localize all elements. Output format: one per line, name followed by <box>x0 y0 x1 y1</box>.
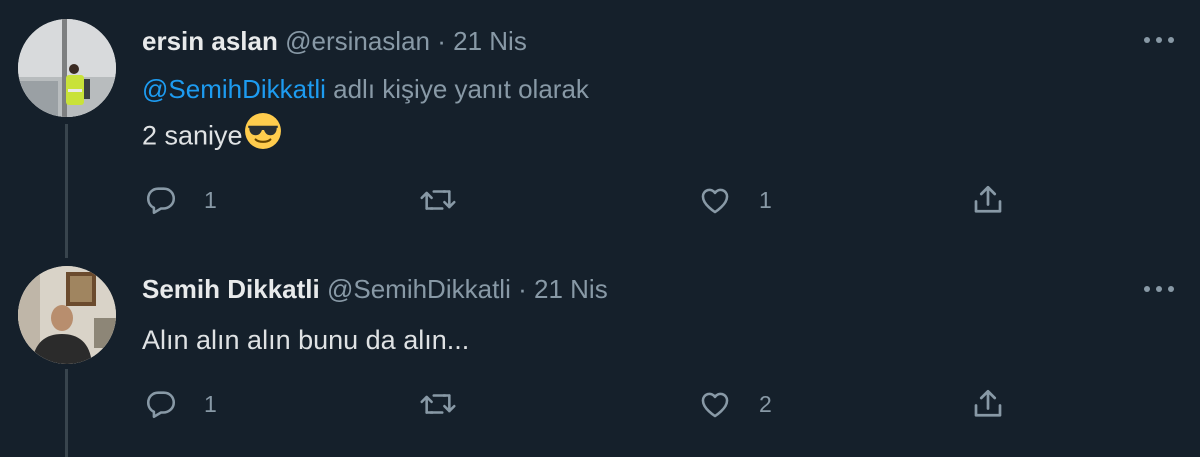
tweet-text: Alın alın alın bunu da alın... <box>142 324 469 356</box>
tweet-text-content: Alın alın alın bunu da alın... <box>142 325 470 355</box>
retweet-icon <box>420 190 456 210</box>
retweet-button[interactable] <box>418 180 458 220</box>
share-button[interactable] <box>970 180 1006 220</box>
handle[interactable]: @ersinaslan <box>285 26 430 56</box>
avatar-photo <box>18 19 116 117</box>
more-icon[interactable] <box>1144 35 1174 45</box>
share-button[interactable] <box>970 384 1006 424</box>
reply-icon <box>146 187 176 215</box>
retweet-button[interactable] <box>418 384 458 424</box>
like-button[interactable]: 2 <box>697 384 772 424</box>
avatar[interactable] <box>18 19 116 117</box>
avatar[interactable] <box>18 266 116 364</box>
like-button[interactable]: 1 <box>697 180 772 220</box>
tweet-date[interactable]: 21 Nis <box>534 274 608 304</box>
tweet-actions: 1 1 <box>0 180 1200 220</box>
tweet[interactable]: Semih Dikkatli @SemihDikkatli · 21 Nis A… <box>0 258 1200 457</box>
tweet-actions: 1 2 <box>0 384 1200 424</box>
reply-icon <box>146 391 176 419</box>
reply-count: 1 <box>204 186 217 213</box>
more-icon[interactable] <box>1144 284 1174 294</box>
reply-context-text: adlı kişiye yanıt olarak <box>333 74 589 104</box>
share-icon <box>974 185 1002 213</box>
reply-mention[interactable]: @SemihDikkatli <box>142 74 326 104</box>
display-name[interactable]: ersin aslan <box>142 26 278 56</box>
handle[interactable]: @SemihDikkatli <box>327 274 511 304</box>
avatar-photo <box>18 266 116 364</box>
separator: · <box>518 274 527 304</box>
tweet[interactable]: ersin aslan @ersinaslan · 21 Nis @SemihD… <box>0 0 1200 258</box>
tweet-text: 2 saniye <box>142 113 282 157</box>
share-icon <box>974 389 1002 417</box>
like-count: 2 <box>759 390 772 417</box>
like-icon <box>701 188 729 214</box>
retweet-icon <box>420 394 456 414</box>
reply-button[interactable]: 1 <box>144 384 217 424</box>
separator: · <box>437 26 446 56</box>
reply-count: 1 <box>204 390 217 417</box>
reply-context: @SemihDikkatli adlı kişiye yanıt olarak <box>142 74 589 104</box>
like-count: 1 <box>759 186 772 213</box>
tweet-text-content: 2 saniye <box>142 120 243 151</box>
tweet-header: Semih Dikkatli @SemihDikkatli · 21 Nis <box>142 274 608 304</box>
sunglasses-emoji-icon <box>244 112 282 157</box>
like-icon <box>701 392 729 418</box>
display-name[interactable]: Semih Dikkatli <box>142 274 320 304</box>
tweet-date[interactable]: 21 Nis <box>453 26 527 56</box>
reply-button[interactable]: 1 <box>144 180 217 220</box>
tweet-header: ersin aslan @ersinaslan · 21 Nis <box>142 26 527 56</box>
